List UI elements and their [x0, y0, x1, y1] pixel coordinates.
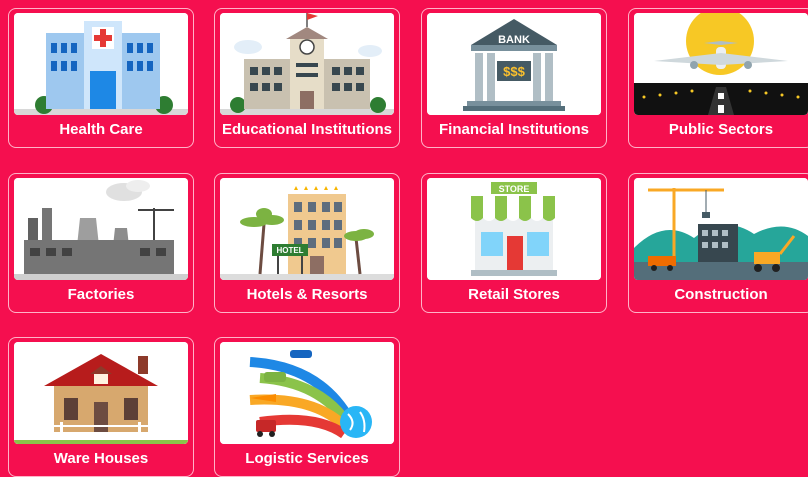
card-construction[interactable]: Construction: [628, 173, 808, 313]
construction-site-icon: [634, 178, 808, 280]
card-label: Health Care: [59, 121, 143, 138]
store-icon: STORE: [427, 178, 601, 280]
store-sign: STORE: [499, 184, 530, 194]
bank-sign: BANK: [498, 34, 530, 46]
card-label: Educational Institutions: [221, 121, 392, 138]
card-label: Logistic Services: [245, 450, 369, 467]
card-hotels-resorts[interactable]: HOTEL Hotels & Resorts: [214, 173, 400, 313]
bank-icon: BANK $$$: [427, 13, 601, 115]
card-label: Financial Institutions: [438, 121, 589, 138]
factory-icon: [14, 178, 188, 280]
airplane-runway-icon: [634, 13, 808, 115]
card-retail-stores[interactable]: STORE Retail Stores: [421, 173, 607, 313]
card-label: Hotels & Resorts: [246, 286, 368, 303]
warehouse-icon: [14, 342, 188, 444]
logistics-icon: [220, 342, 394, 444]
hotel-icon: HOTEL: [220, 178, 394, 280]
card-educational-institutions[interactable]: Educational Institutions: [214, 8, 400, 148]
card-ware-houses[interactable]: Ware Houses: [8, 337, 194, 477]
card-label: Ware Houses: [53, 450, 149, 467]
card-label: Construction: [674, 286, 768, 303]
card-logistic-services[interactable]: Logistic Services: [214, 337, 400, 477]
card-public-sectors[interactable]: Public Sectors: [628, 8, 808, 148]
bank-dollar-sign: $$$: [503, 64, 525, 79]
card-label: Public Sectors: [668, 121, 774, 138]
card-factories[interactable]: Factories: [8, 173, 194, 313]
card-financial-institutions[interactable]: BANK $$$ Financial Institutions: [421, 8, 607, 148]
card-label: Retail Stores: [468, 286, 560, 303]
hospital-icon: [14, 13, 188, 115]
card-label: Factories: [67, 286, 135, 303]
card-health-care[interactable]: Health Care: [8, 8, 194, 148]
school-icon: [220, 13, 394, 115]
hotel-sign: HOTEL: [276, 246, 303, 255]
